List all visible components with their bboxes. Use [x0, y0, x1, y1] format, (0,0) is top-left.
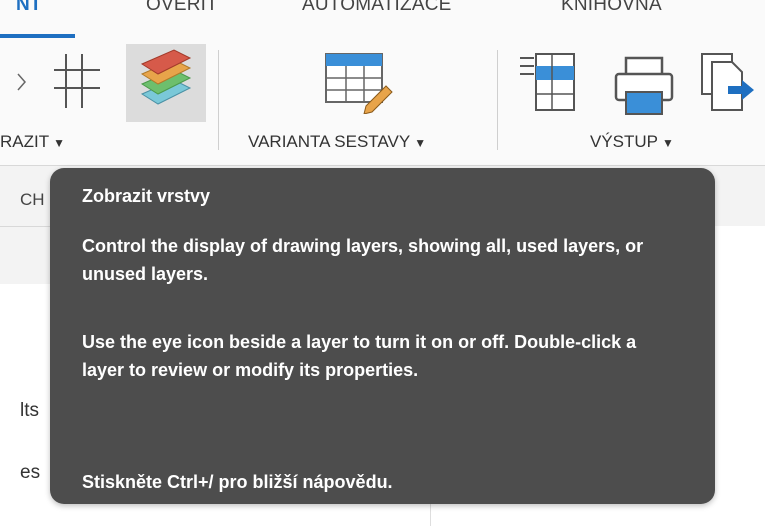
- tab-active[interactable]: NT: [16, 0, 42, 16]
- tab-overit[interactable]: OVĚŘIT: [146, 0, 218, 16]
- tooltip-description: Control the display of drawing layers, s…: [82, 236, 644, 284]
- show-layers-button[interactable]: [126, 44, 206, 122]
- active-tab-indicator: [0, 34, 75, 38]
- export-icon[interactable]: [698, 50, 760, 118]
- ribbon-panel: RAZIT ▼ VARIANTA SESTAVY ▼ VÝSTUP ▼: [0, 40, 765, 166]
- tab-knihovna[interactable]: KNIHOVNA: [561, 0, 662, 16]
- tooltip-usage-note: Use the eye icon beside a layer to turn …: [82, 332, 637, 380]
- ribbon-separator: [497, 50, 498, 150]
- ribbon-separator: [218, 50, 219, 150]
- group-label-text: VARIANTA SESTAVY: [248, 132, 411, 151]
- caret-down-icon: ▼: [414, 136, 427, 150]
- tooltip-help-hint: Stiskněte Ctrl+/ pro bližší nápovědu.: [82, 472, 393, 492]
- list-view-icon[interactable]: [516, 50, 582, 116]
- tab-automatizace[interactable]: AUTOMATIZACE: [302, 0, 451, 16]
- grid-icon[interactable]: [52, 50, 102, 112]
- group-label-text: VÝSTUP: [590, 132, 659, 151]
- table-edit-icon[interactable]: [322, 50, 394, 114]
- panel-tab[interactable]: CH: [20, 190, 45, 210]
- group-label-vystup[interactable]: VÝSTUP ▼: [590, 132, 674, 152]
- group-label-varianta-sestavy[interactable]: VARIANTA SESTAVY ▼: [248, 132, 426, 152]
- caret-down-icon: ▼: [53, 136, 65, 150]
- list-item[interactable]: es: [20, 462, 40, 484]
- tooltip-title: Zobrazit vrstvy: [82, 186, 211, 206]
- tooltip: Zobrazit vrstvy Control the display of d…: [50, 168, 715, 504]
- group-label-text: RAZIT: [0, 132, 50, 151]
- printer-icon[interactable]: [612, 54, 676, 118]
- caret-down-icon: ▼: [662, 136, 674, 150]
- ribbon-tab-bar: NT OVĚŘIT AUTOMATIZACE KNIHOVNA: [0, 0, 765, 40]
- layers-icon: [140, 49, 192, 105]
- group-label-zobrazit[interactable]: RAZIT ▼: [0, 132, 65, 152]
- chevron-right-icon[interactable]: [16, 72, 28, 92]
- list-item[interactable]: lts: [20, 400, 39, 422]
